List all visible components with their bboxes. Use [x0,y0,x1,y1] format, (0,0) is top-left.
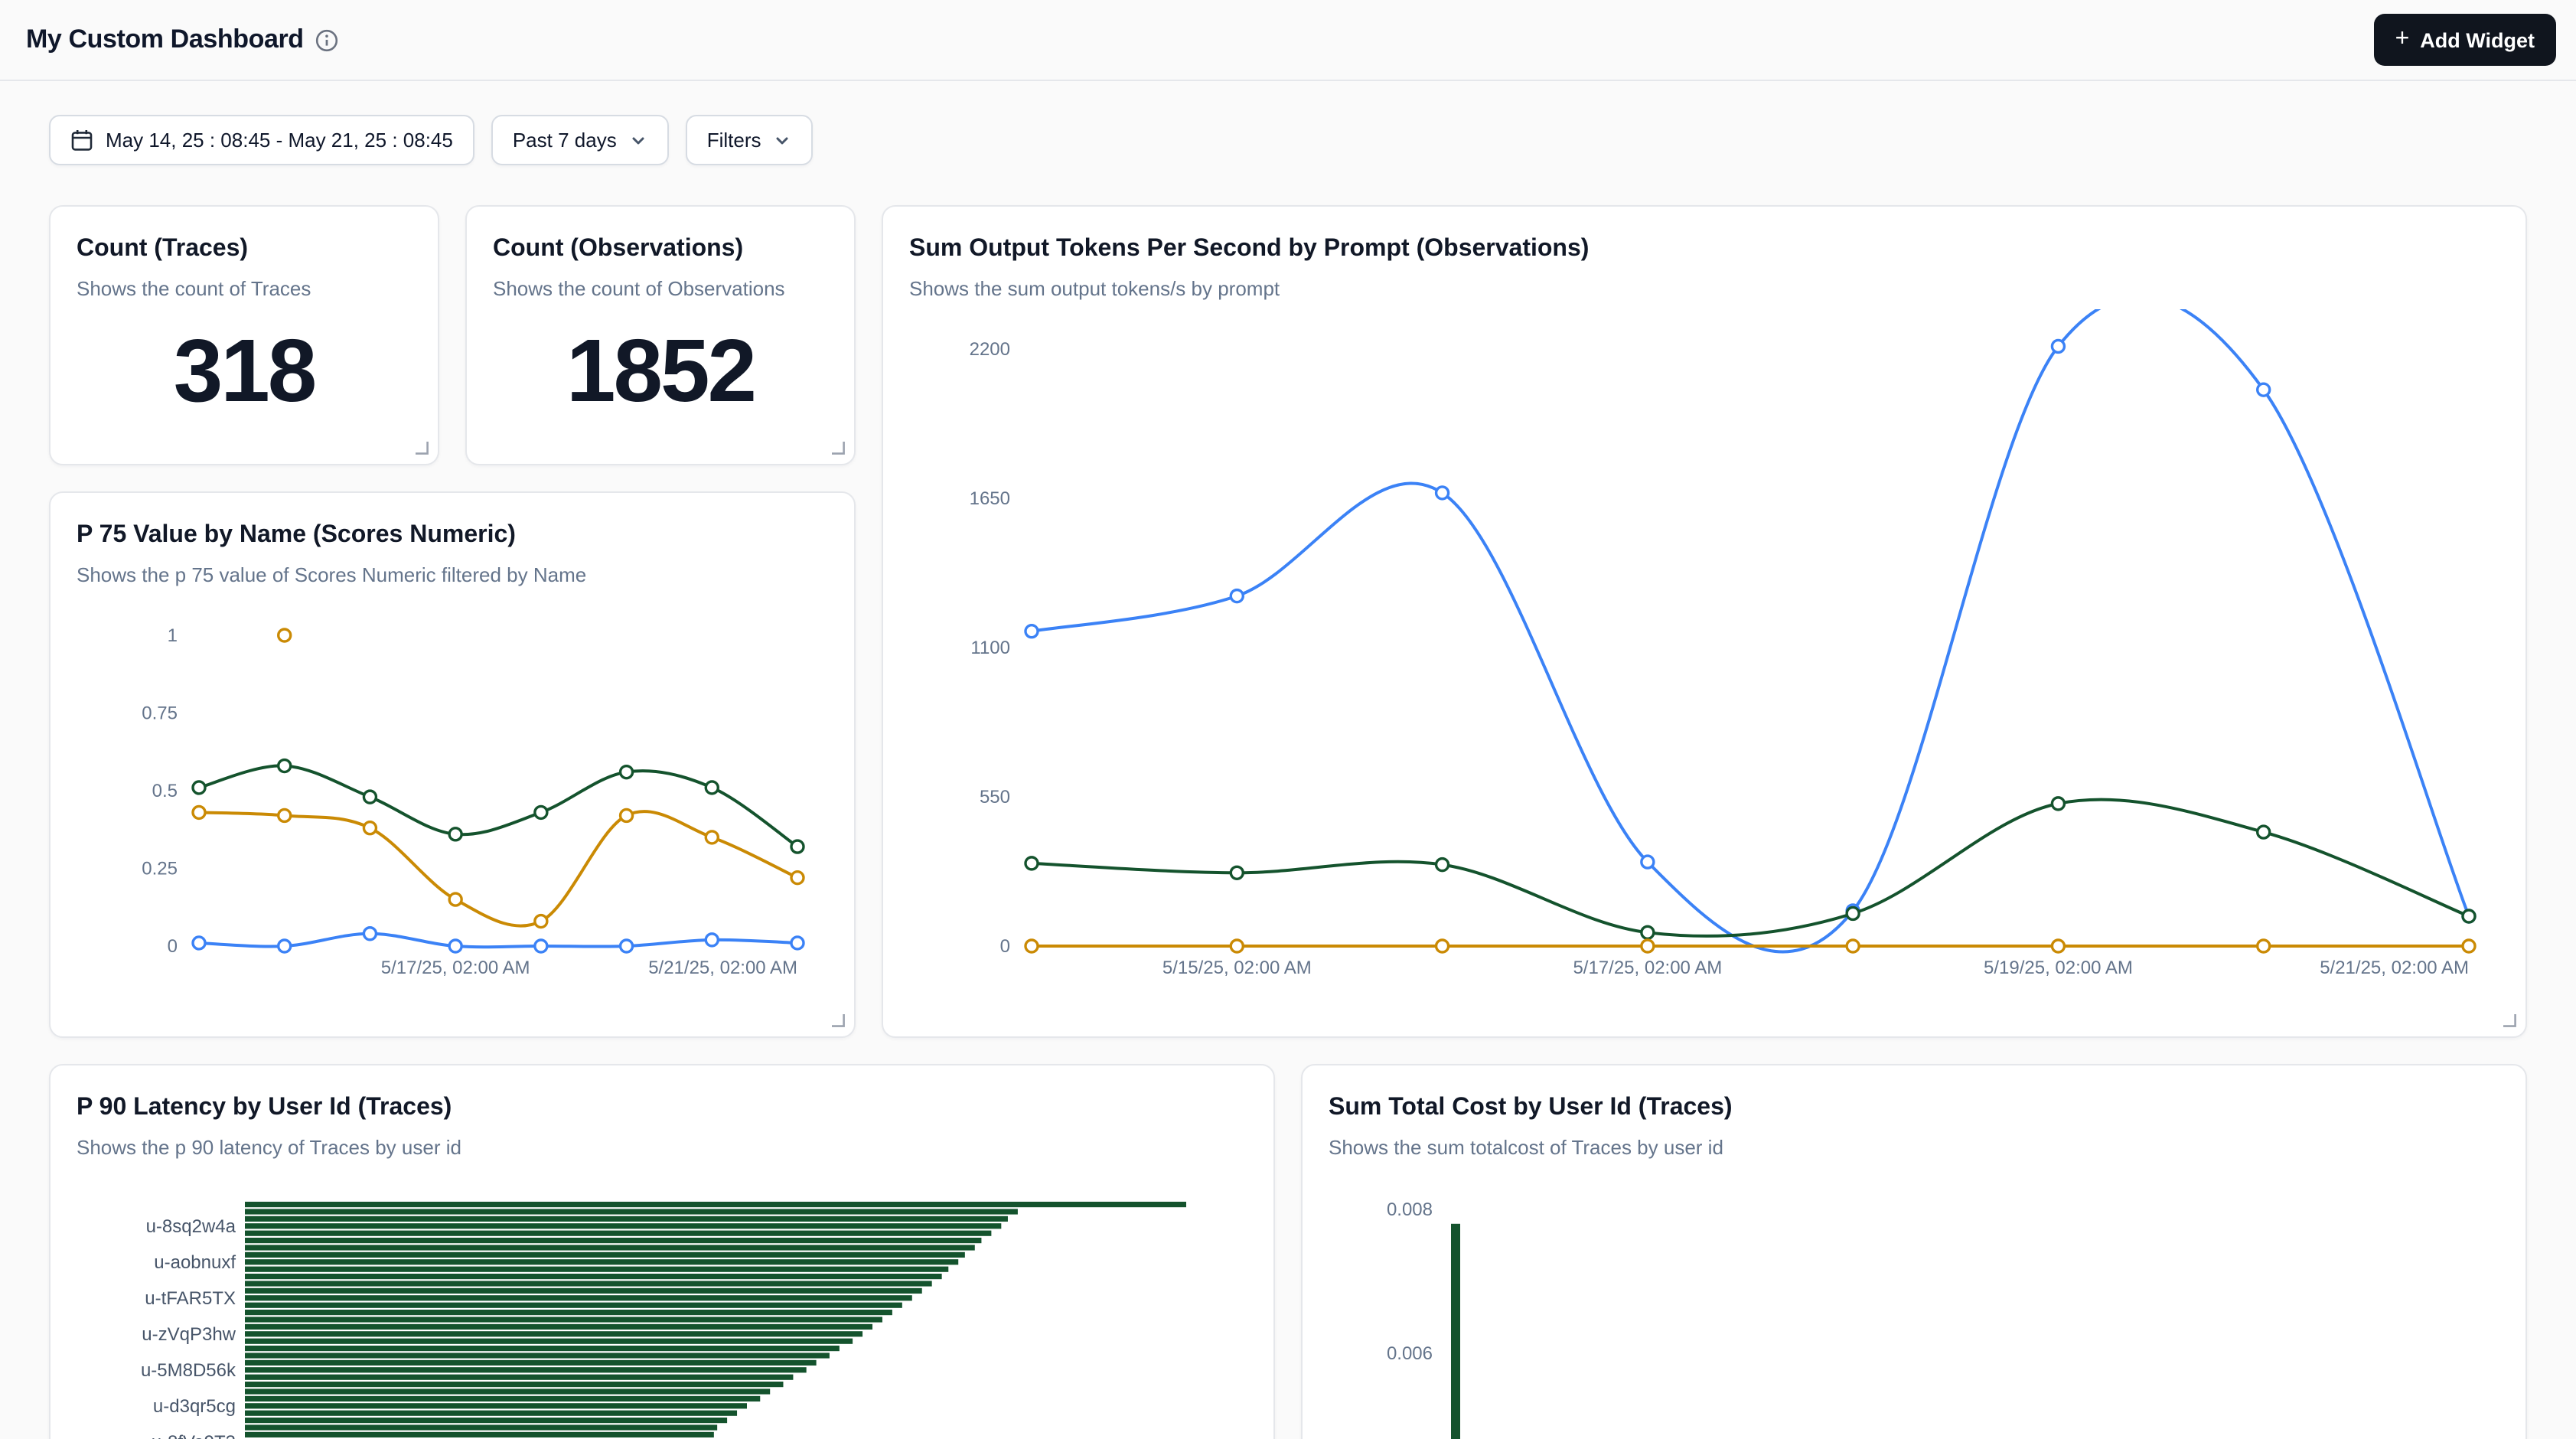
widget-subtitle: Shows the p 75 value of Scores Numeric f… [77,562,828,589]
widget-title: Count (Traces) [77,233,412,265]
page-title: My Custom Dashboard [26,24,304,55]
svg-text:0: 0 [168,936,178,957]
svg-text:5/17/25, 02:00 AM: 5/17/25, 02:00 AM [1573,958,1722,978]
svg-text:2200: 2200 [970,339,1010,360]
chevron-down-icon [774,131,792,149]
widget-subtitle: Shows the sum totalcost of Traces by use… [1329,1134,2499,1162]
svg-text:1: 1 [168,625,178,646]
dashboard-content: May 14, 25 : 08:45 - May 21, 25 : 08:45 … [0,115,2576,1439]
page-header: My Custom Dashboard + Add Widget [0,0,2576,81]
widget-title: P 90 Latency by User Id (Traces) [77,1091,1247,1124]
svg-text:u-zVqP3hw: u-zVqP3hw [142,1324,236,1345]
svg-text:u-8fVa9T3: u-8fVa9T3 [152,1432,236,1439]
svg-text:u-tFAR5TX: u-tFAR5TX [145,1288,236,1309]
svg-text:u-aobnuxf: u-aobnuxf [154,1252,236,1273]
p90-latency-bar-chart[interactable]: u-8sq2w4a u-aobnuxf u-tFAR5TX u-zVqP3hw u-5M… [77,1168,1247,1439]
add-widget-label: Add Widget [2420,28,2535,51]
widget-grid-top: Count (Traces) Shows the count of Traces… [49,205,2527,1038]
date-range-picker[interactable]: May 14, 25 : 08:45 - May 21, 25 : 08:45 [49,115,474,165]
widget-subtitle: Shows the count of Observations [493,276,828,303]
info-icon[interactable] [316,28,339,51]
widget-title: Count (Observations) [493,233,828,265]
plus-icon: + [2395,28,2410,52]
chevron-down-icon [629,131,647,149]
resize-handle-icon[interactable] [831,441,845,455]
count-observations-value: 1852 [493,328,828,416]
filters-dropdown[interactable]: Filters [686,115,814,165]
widget-sum-output-tokens: Sum Output Tokens Per Second by Prompt (… [882,205,2527,1038]
count-traces-value: 318 [77,328,412,416]
svg-text:5/17/25, 02:00 AM: 5/17/25, 02:00 AM [381,958,530,978]
widget-subtitle: Shows the p 90 latency of Traces by user… [77,1134,1247,1162]
p75-by-name-line-chart[interactable]: 0 0.25 0.5 0.75 1 5/17/25, 02:00 AM 5/21/25, 0… [77,596,828,1016]
svg-text:0.006: 0.006 [1387,1343,1433,1364]
calendar-icon [70,129,93,152]
widget-count-observations: Count (Observations) Shows the count of … [465,205,856,465]
svg-text:5/15/25, 02:00 AM: 5/15/25, 02:00 AM [1162,958,1312,978]
svg-text:u-d3qr5cg: u-d3qr5cg [153,1396,236,1417]
widget-title: Sum Total Cost by User Id (Traces) [1329,1091,2499,1124]
dashboard-page: My Custom Dashboard + Add Widget [0,0,2576,1439]
filter-bar: May 14, 25 : 08:45 - May 21, 25 : 08:45 … [49,115,2527,165]
resize-handle-icon[interactable] [2503,1013,2516,1027]
widget-p90-latency: P 90 Latency by User Id (Traces) Shows t… [49,1064,1275,1439]
widget-count-traces: Count (Traces) Shows the count of Traces… [49,205,439,465]
add-widget-button[interactable]: + Add Widget [2374,14,2556,66]
widget-subtitle: Shows the sum output tokens/s by prompt [909,276,2499,303]
svg-text:5/21/25, 02:00 AM: 5/21/25, 02:00 AM [2320,958,2469,978]
widget-title: Sum Output Tokens Per Second by Prompt (… [909,233,2499,265]
widget-subtitle: Shows the count of Traces [77,276,412,303]
svg-text:5/21/25, 02:00 AM: 5/21/25, 02:00 AM [648,958,797,978]
svg-text:1100: 1100 [970,638,1010,658]
svg-text:0.25: 0.25 [142,859,178,879]
svg-text:0: 0 [1000,936,1010,957]
date-preset-dropdown[interactable]: Past 7 days [491,115,669,165]
svg-text:0.75: 0.75 [142,703,178,724]
widget-grid-bottom: P 90 Latency by User Id (Traces) Shows t… [49,1064,2527,1439]
widget-title: P 75 Value by Name (Scores Numeric) [77,519,828,551]
filters-label: Filters [707,129,761,152]
resize-handle-icon[interactable] [415,441,429,455]
svg-text:1650: 1650 [970,488,1010,509]
svg-text:550: 550 [980,787,1010,808]
svg-text:u-5M8D56k: u-5M8D56k [141,1360,236,1381]
date-range-label: May 14, 25 : 08:45 - May 21, 25 : 08:45 [106,129,453,152]
svg-text:0.5: 0.5 [152,781,178,801]
tokens-by-prompt-line-chart[interactable]: 0 550 1100 1650 2200 5/15/25, 02:00 AM 5/17/25… [909,309,2499,1016]
resize-handle-icon[interactable] [831,1013,845,1027]
widget-sum-total-cost: Sum Total Cost by User Id (Traces) Shows… [1301,1064,2527,1439]
svg-text:0.008: 0.008 [1387,1199,1433,1220]
svg-text:5/19/25, 02:00 AM: 5/19/25, 02:00 AM [1984,958,2133,978]
widget-p75-value: P 75 Value by Name (Scores Numeric) Show… [49,491,856,1038]
svg-text:u-8sq2w4a: u-8sq2w4a [146,1216,236,1237]
date-preset-label: Past 7 days [513,129,617,152]
total-cost-bar-chart[interactable]: 0.008 0.006 [1329,1168,2499,1439]
